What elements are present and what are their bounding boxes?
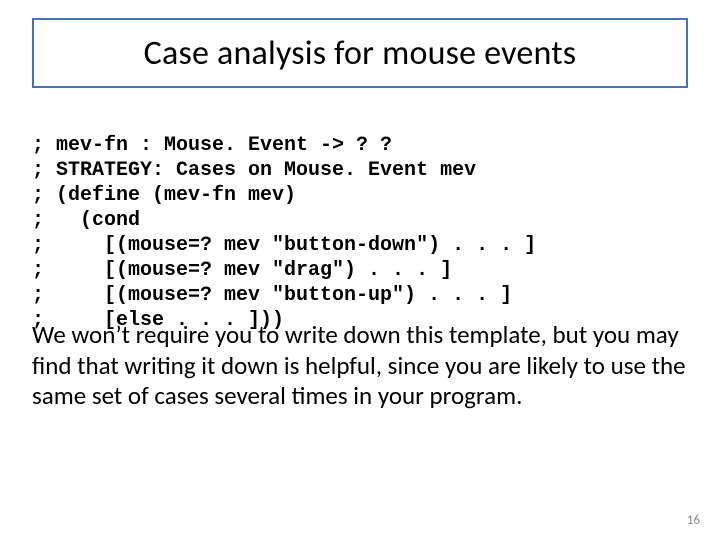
title-container: Case analysis for mouse events (32, 18, 688, 88)
body-paragraph: We won’t require you to write down this … (32, 320, 688, 412)
code-line: ; STRATEGY: Cases on Mouse. Event mev (32, 159, 476, 182)
code-line: ; (cond (32, 209, 140, 232)
code-line: ; [(mouse=? mev "button-down") . . . ] (32, 234, 536, 257)
code-line: ; mev-fn : Mouse. Event -> ? ? (32, 134, 392, 157)
page-number: 16 (687, 513, 700, 528)
slide: Case analysis for mouse events ; mev-fn … (0, 0, 720, 540)
code-line: ; [(mouse=? mev "drag") . . . ] (32, 259, 452, 282)
code-line: ; (define (mev-fn mev) (32, 184, 296, 207)
code-line: ; [(mouse=? mev "button-up") . . . ] (32, 284, 512, 307)
slide-title: Case analysis for mouse events (144, 33, 577, 74)
